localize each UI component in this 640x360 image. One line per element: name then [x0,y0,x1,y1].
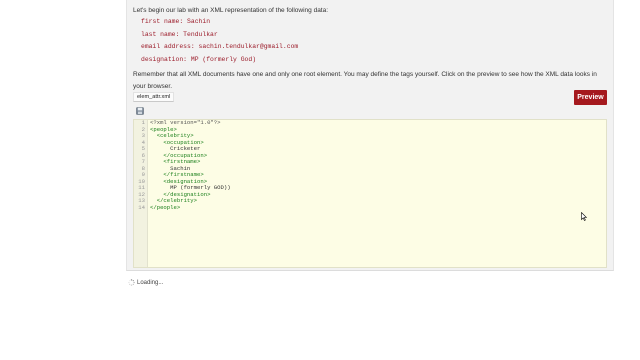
loading-text: Loading... [137,279,164,286]
line-number-gutter: 1 2 3 4 5 6 7 8 9 10 11 12 13 14 [134,119,148,267]
data-fields-list: first name: Sachin last name: Tendulkar … [141,17,298,68]
file-tab[interactable]: elem_attr.xml [133,92,175,102]
field-last-name: last name: Tendulkar [141,30,218,38]
spinner-icon [128,279,135,286]
field-email: email address: sachin.tendulkar@gmail.co… [141,43,299,51]
save-icon[interactable] [136,107,144,115]
field-first-name: first name: Sachin [141,18,211,25]
preview-button[interactable]: Preview [574,90,607,105]
instructions-text: Remember that all XML documents have one… [133,71,597,90]
code-editor[interactable]: 1 2 3 4 5 6 7 8 9 10 11 12 13 14 <?xml version="1.0"?… [133,119,607,268]
line-number: 14 [138,203,145,211]
mouse-cursor-icon [581,212,587,221]
intro-text: Let's begin our lab with an XML represen… [133,7,329,14]
code-area[interactable]: <?xml version="1.0"?> <people> <celebrity… [150,119,231,211]
field-designation: designation: MP (formerly God) [141,56,257,64]
loading-indicator: Loading... [128,279,163,286]
code-line: </people> [150,203,181,211]
